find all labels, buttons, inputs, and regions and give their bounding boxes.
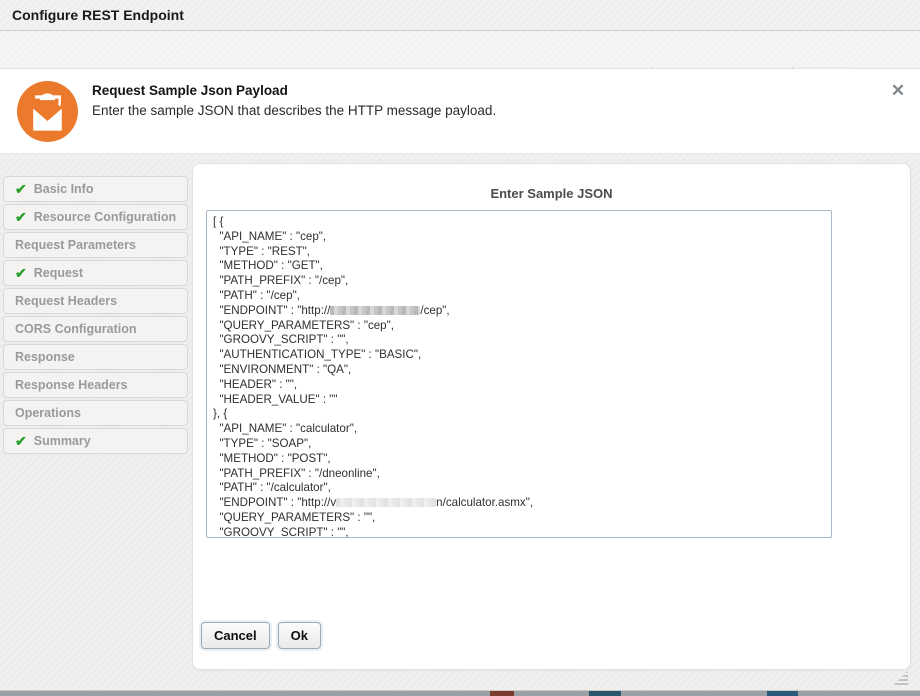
sample-json-textarea[interactable]: [ { "API_NAME" : "cep", "TYPE" : "REST",…	[206, 210, 832, 538]
sample-json-panel: Enter Sample JSON [ { "API_NAME" : "cep"…	[192, 163, 911, 670]
taskbar-edge	[0, 690, 920, 696]
json-line: "PATH" : "/cep",	[213, 289, 825, 304]
json-line: "GROOVY_SCRIPT" : "",	[213, 526, 825, 538]
cancel-button[interactable]: Cancel	[201, 622, 270, 649]
sidebar-item-request[interactable]: ✔ Request	[3, 260, 188, 286]
json-line: "QUERY_PARAMETERS" : "",	[213, 511, 825, 526]
wizard-toolbar: Help▼ < Back Next > Cancel Done	[0, 31, 920, 69]
check-icon: ✔	[15, 266, 27, 280]
sidebar-item-basic-info[interactable]: ✔ Basic Info	[3, 176, 188, 202]
json-line: "QUERY_PARAMETERS" : "cep",	[213, 319, 825, 334]
redacted-text	[330, 306, 420, 315]
wizard-header: Request Sample Json Payload Enter the sa…	[0, 69, 920, 154]
sidebar-item-label: Basic Info	[34, 182, 94, 196]
sidebar-item-response-headers[interactable]: Response Headers	[3, 372, 188, 398]
sidebar-item-label: Summary	[34, 434, 91, 448]
page-subtitle: Enter the sample JSON that describes the…	[92, 103, 496, 118]
json-line: "METHOD" : "POST",	[213, 452, 825, 467]
sidebar-item-request-headers[interactable]: Request Headers	[3, 288, 188, 314]
json-line: "TYPE" : "SOAP",	[213, 437, 825, 452]
close-icon[interactable]: ✕	[889, 82, 907, 100]
json-line: [ {	[213, 215, 825, 230]
sidebar-item-resource-configuration[interactable]: ✔ Resource Configuration	[3, 204, 188, 230]
check-icon: ✔	[15, 434, 27, 448]
json-line: "ENVIRONMENT" : "QA",	[213, 363, 825, 378]
json-line: "METHOD" : "GET",	[213, 259, 825, 274]
json-line: "PATH" : "/calculator",	[213, 481, 825, 496]
sidebar-item-label: Resource Configuration	[34, 210, 176, 224]
taskbar-app-segment	[767, 691, 798, 696]
sidebar-item-label: Operations	[15, 406, 81, 420]
json-line: "PATH_PREFIX" : "/dneonline",	[213, 467, 825, 482]
configure-rest-endpoint-window: Configure REST Endpoint Help▼ < Back Nex…	[0, 0, 920, 696]
sidebar-item-label: Request Headers	[15, 294, 117, 308]
sidebar-item-label: Request Parameters	[15, 238, 136, 252]
window-title: Configure REST Endpoint	[12, 0, 184, 30]
check-icon: ✔	[15, 210, 27, 224]
json-line: }, {	[213, 407, 825, 422]
sidebar-item-label: Response Headers	[15, 378, 128, 392]
sidebar-item-operations[interactable]: Operations	[3, 400, 188, 426]
sidebar-item-response[interactable]: Response	[3, 344, 188, 370]
sidebar-item-label: Request	[34, 266, 83, 280]
redacted-text	[336, 498, 436, 507]
ok-button[interactable]: Ok	[278, 622, 321, 649]
json-line: "AUTHENTICATION_TYPE" : "BASIC",	[213, 348, 825, 363]
taskbar-app-segment	[589, 691, 621, 696]
taskbar-app-segment	[490, 691, 514, 696]
panel-heading: Enter Sample JSON	[193, 186, 910, 201]
panel-button-row: Cancel Ok	[201, 622, 321, 649]
json-line: "API_NAME" : "calculator",	[213, 422, 825, 437]
sidebar-item-cors-configuration[interactable]: CORS Configuration	[3, 316, 188, 342]
json-line: "ENDPOINT" : "http://vn/calculator.asmx"…	[213, 496, 825, 511]
page-title: Request Sample Json Payload	[92, 83, 288, 98]
sidebar-item-summary[interactable]: ✔ Summary	[3, 428, 188, 454]
json-line: "HEADER" : "",	[213, 378, 825, 393]
check-icon: ✔	[15, 182, 27, 196]
sidebar-item-label: CORS Configuration	[15, 322, 137, 336]
rest-adapter-icon	[17, 81, 78, 142]
json-line: "API_NAME" : "cep",	[213, 230, 825, 245]
json-line: "ENDPOINT" : "http:///cep",	[213, 304, 825, 319]
json-line: "PATH_PREFIX" : "/cep",	[213, 274, 825, 289]
resize-grip[interactable]	[892, 671, 908, 685]
wizard-sidebar: ✔ Basic Info ✔ Resource Configuration Reques…	[3, 176, 188, 456]
sidebar-item-label: Response	[15, 350, 75, 364]
window-titlebar: Configure REST Endpoint	[0, 0, 920, 31]
json-line: "GROOVY_SCRIPT" : "",	[213, 333, 825, 348]
json-line: "HEADER_VALUE" : ""	[213, 393, 825, 408]
sidebar-item-request-parameters[interactable]: Request Parameters	[3, 232, 188, 258]
json-line: "TYPE" : "REST",	[213, 245, 825, 260]
